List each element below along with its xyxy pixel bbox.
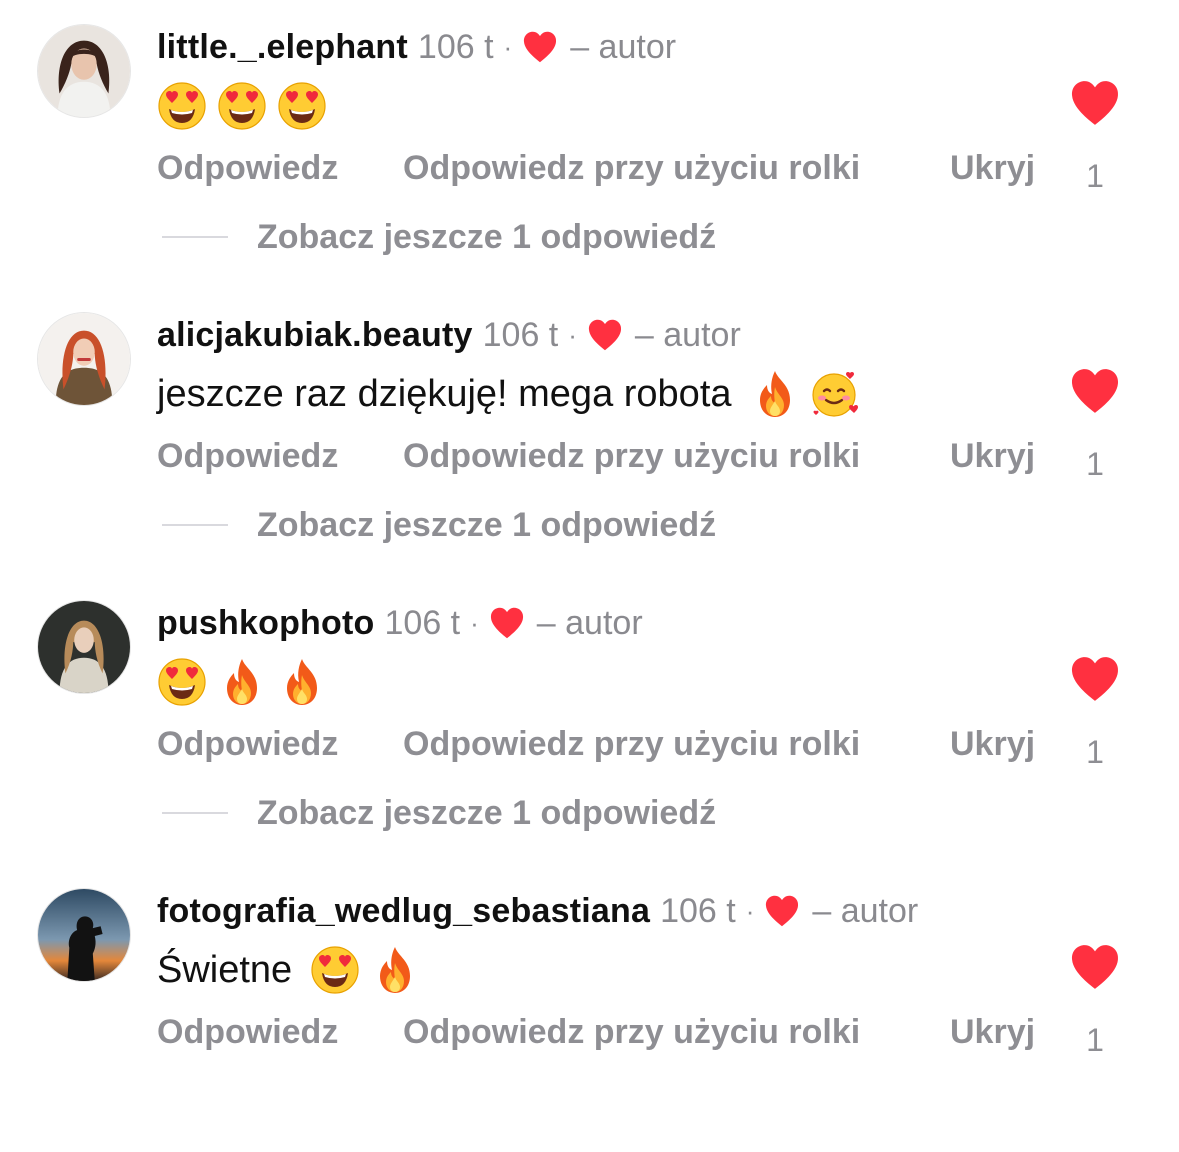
username[interactable]: fotografia_wedlug_sebastiana xyxy=(157,892,650,931)
username[interactable]: alicjakubiak.beauty xyxy=(157,316,473,355)
heart-eyes-emoji-icon xyxy=(277,81,327,131)
reply-with-reel-button[interactable]: Odpowiedz przy użyciu rolki xyxy=(403,722,860,766)
view-more-replies-label: Zobacz jeszcze 1 odpowiedź xyxy=(257,506,717,544)
comment-time: 106 t xyxy=(660,891,736,930)
view-more-replies-label: Zobacz jeszcze 1 odpowiedź xyxy=(257,794,717,832)
like-heart-icon[interactable] xyxy=(1070,80,1120,126)
hide-button[interactable]: Ukryj xyxy=(950,434,1035,478)
comment-text: jeszcze raz dziękuję! mega robota xyxy=(157,366,870,422)
comment-text xyxy=(157,78,337,134)
avatar-woman-dark-hair[interactable] xyxy=(37,24,131,118)
heart-eyes-emoji-icon xyxy=(217,81,267,131)
reply-button[interactable]: Odpowiedz xyxy=(157,146,338,190)
view-more-replies-button[interactable]: Zobacz jeszcze 1 odpowiedź xyxy=(0,790,1179,836)
comment-time: 106 t xyxy=(384,603,461,642)
comment-time: 106 t xyxy=(417,27,494,66)
author-label: – autor xyxy=(812,891,919,930)
author-liked-heart-icon xyxy=(489,607,525,639)
separator-dot: · xyxy=(470,607,479,638)
comment-header: little._.elephant 106 t · – autor xyxy=(157,26,676,68)
heart-eyes-emoji-icon xyxy=(310,945,360,995)
fire-emoji-icon xyxy=(750,369,800,419)
view-more-replies-label: Zobacz jeszcze 1 odpowiedź xyxy=(257,218,717,256)
like-heart-icon[interactable] xyxy=(1070,368,1120,414)
hide-button[interactable]: Ukryj xyxy=(950,146,1035,190)
reply-with-reel-button[interactable]: Odpowiedz przy użyciu rolki xyxy=(403,1010,860,1054)
reply-thread-line xyxy=(162,524,228,526)
comment: little._.elephant 106 t · – autor Odpowi… xyxy=(0,0,1179,288)
comment-actions: Odpowiedz Odpowiedz przy użyciu rolki Uk… xyxy=(0,434,1179,478)
comment-header: fotografia_wedlug_sebastiana 106 t · – a… xyxy=(157,890,918,932)
smiling-face-with-hearts-emoji-icon xyxy=(810,369,860,419)
comment: pushkophoto 106 t · – autor Odpowiedz Od… xyxy=(0,576,1179,864)
hide-button[interactable]: Ukryj xyxy=(950,1010,1035,1054)
reply-with-reel-button[interactable]: Odpowiedz przy użyciu rolki xyxy=(403,146,860,190)
separator-dot: · xyxy=(568,319,577,350)
comment-text-content: jeszcze raz dziękuję! mega robota xyxy=(157,372,732,415)
comment-actions: Odpowiedz Odpowiedz przy użyciu rolki Uk… xyxy=(0,1010,1179,1054)
like-count[interactable]: 1 xyxy=(1080,158,1110,195)
separator-dot: · xyxy=(503,31,513,62)
comment: fotografia_wedlug_sebastiana 106 t · – a… xyxy=(0,864,1179,1152)
author-liked-heart-icon xyxy=(764,895,800,927)
avatar-photographer-sunset[interactable] xyxy=(37,888,131,982)
author-label: – autor xyxy=(536,603,643,642)
comment-actions: Odpowiedz Odpowiedz przy użyciu rolki Uk… xyxy=(0,146,1179,190)
username[interactable]: little._.elephant xyxy=(157,28,408,67)
reply-thread-line xyxy=(162,812,228,814)
fire-emoji-icon xyxy=(370,945,420,995)
view-more-replies-button[interactable]: Zobacz jeszcze 1 odpowiedź xyxy=(0,214,1179,260)
fire-emoji-icon xyxy=(217,657,267,707)
comment-header: alicjakubiak.beauty 106 t · – autor xyxy=(157,314,741,356)
reply-button[interactable]: Odpowiedz xyxy=(157,722,338,766)
heart-eyes-emoji-icon xyxy=(157,657,207,707)
like-count[interactable]: 1 xyxy=(1080,446,1110,483)
fire-emoji-icon xyxy=(277,657,327,707)
hide-button[interactable]: Ukryj xyxy=(950,722,1035,766)
reply-thread-line xyxy=(162,236,228,238)
reply-with-reel-button[interactable]: Odpowiedz przy użyciu rolki xyxy=(403,434,860,478)
like-heart-icon[interactable] xyxy=(1070,656,1120,702)
comment-time: 106 t xyxy=(482,315,559,354)
author-liked-heart-icon xyxy=(522,31,558,63)
reply-button[interactable]: Odpowiedz xyxy=(157,434,338,478)
comment-actions: Odpowiedz Odpowiedz przy użyciu rolki Uk… xyxy=(0,722,1179,766)
avatar-woman-dark-background[interactable] xyxy=(37,600,131,694)
avatar-woman-red-hair[interactable] xyxy=(37,312,131,406)
heart-eyes-emoji-icon xyxy=(157,81,207,131)
like-count[interactable]: 1 xyxy=(1080,734,1110,771)
comment-text xyxy=(157,654,337,710)
comment: alicjakubiak.beauty 106 t · – autor jesz… xyxy=(0,288,1179,576)
like-heart-icon[interactable] xyxy=(1070,944,1120,990)
username[interactable]: pushkophoto xyxy=(157,604,375,643)
separator-dot: · xyxy=(745,895,755,926)
comment-header: pushkophoto 106 t · – autor xyxy=(157,602,643,644)
comment-text: Świetne xyxy=(157,942,430,998)
reply-button[interactable]: Odpowiedz xyxy=(157,1010,338,1054)
author-liked-heart-icon xyxy=(587,319,623,351)
author-label: – autor xyxy=(634,315,741,354)
view-more-replies-button[interactable]: Zobacz jeszcze 1 odpowiedź xyxy=(0,502,1179,548)
author-label: – autor xyxy=(570,27,677,66)
like-count[interactable]: 1 xyxy=(1080,1022,1110,1059)
comment-text-content: Świetne xyxy=(157,948,293,991)
